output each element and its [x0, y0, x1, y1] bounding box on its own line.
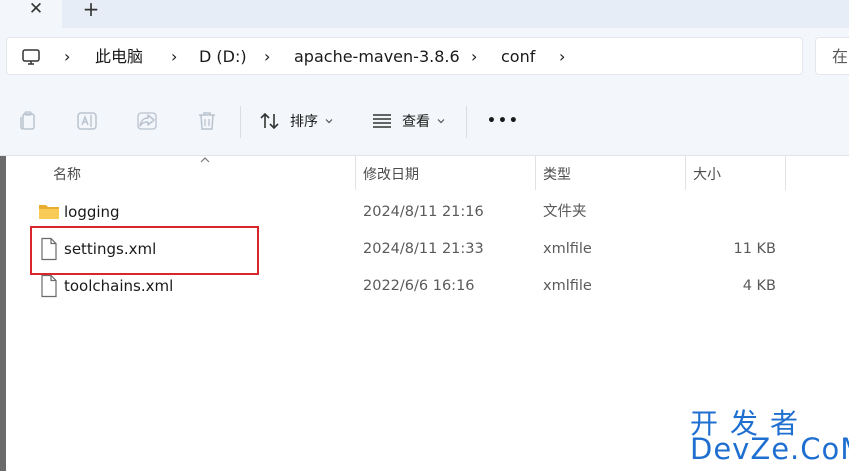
command-divider: [240, 106, 241, 138]
tab-strip: ✕ +: [0, 0, 849, 28]
breadcrumb-separator[interactable]: ›: [64, 47, 70, 67]
column-header-type[interactable]: 类型: [543, 164, 571, 184]
file-type: xmlfile: [543, 278, 592, 294]
column-divider[interactable]: [355, 156, 356, 190]
rename-icon[interactable]: [75, 109, 99, 133]
breadcrumb-separator[interactable]: ›: [264, 47, 270, 67]
command-bar: 排序 查看 •••: [0, 86, 849, 156]
breadcrumb-apache-maven[interactable]: apache-maven-3.8.6: [294, 47, 460, 67]
share-icon[interactable]: [135, 109, 159, 133]
breadcrumb-separator[interactable]: ›: [559, 47, 565, 67]
column-divider[interactable]: [685, 156, 686, 190]
file-size: 4 KB: [742, 278, 776, 294]
column-header-date[interactable]: 修改日期: [363, 164, 419, 184]
highlight-box: [30, 226, 259, 275]
new-tab-icon[interactable]: +: [80, 0, 102, 20]
command-divider: [466, 106, 467, 138]
view-icon: [373, 114, 391, 128]
file-date: 2024/8/11 21:16: [363, 204, 484, 220]
folder-icon: [39, 205, 59, 219]
sort-label: 排序: [290, 114, 318, 130]
watermark-line2: DevZe.CoM: [690, 432, 849, 466]
file-name: logging: [64, 203, 120, 221]
file-date: 2022/6/6 16:16: [363, 278, 475, 294]
column-divider[interactable]: [535, 156, 536, 190]
watermark: 开发者 DevZe.CoM: [690, 402, 849, 466]
file-name: toolchains.xml: [64, 277, 174, 295]
column-divider[interactable]: [785, 156, 786, 190]
address-bar-row: › 此电脑 › D (D:) › apache-maven-3.8.6 › co…: [0, 28, 849, 86]
file-type: 文件夹: [543, 204, 587, 220]
breadcrumb-drive-d[interactable]: D (D:): [199, 47, 247, 67]
copy-icon[interactable]: [16, 109, 40, 133]
file-icon: [41, 274, 57, 298]
search-input[interactable]: 在: [815, 37, 849, 75]
address-bar[interactable]: › 此电脑 › D (D:) › apache-maven-3.8.6 › co…: [6, 37, 803, 75]
file-date: 2024/8/11 21:33: [363, 241, 484, 257]
breadcrumb-conf[interactable]: conf: [501, 47, 535, 67]
breadcrumb-this-pc[interactable]: 此电脑: [95, 47, 143, 67]
chevron-down-icon: [325, 119, 333, 124]
delete-icon[interactable]: [195, 109, 219, 133]
chevron-down-icon: [437, 119, 445, 124]
file-size: 11 KB: [733, 241, 776, 257]
column-header-size[interactable]: 大小: [693, 164, 721, 184]
active-tab[interactable]: ✕: [0, 0, 62, 28]
sort-icon: [260, 112, 279, 130]
more-button[interactable]: •••: [487, 108, 520, 134]
file-type: xmlfile: [543, 241, 592, 257]
search-placeholder: 在: [832, 47, 849, 66]
more-icon: •••: [487, 113, 520, 129]
sort-ascending-icon: [200, 157, 210, 163]
sort-button[interactable]: 排序: [258, 108, 333, 134]
view-label: 查看: [402, 114, 430, 130]
computer-icon[interactable]: [21, 47, 41, 67]
column-header-row: 名称 修改日期 类型 大小: [6, 156, 849, 190]
view-button[interactable]: 查看: [370, 108, 445, 134]
column-header-name[interactable]: 名称: [53, 164, 81, 184]
breadcrumb-separator[interactable]: ›: [471, 47, 477, 67]
breadcrumb-separator[interactable]: ›: [171, 47, 177, 67]
close-tab-icon[interactable]: ✕: [26, 0, 46, 20]
